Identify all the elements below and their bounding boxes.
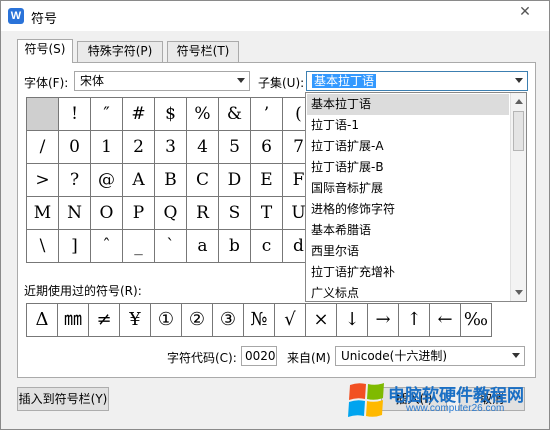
- recent-symbol-cell[interactable]: ↑: [399, 304, 430, 337]
- symbol-cell[interactable]: T: [251, 197, 283, 230]
- symbol-cell[interactable]: D: [219, 164, 251, 197]
- encoding-select[interactable]: Unicode(十六进制): [335, 346, 525, 366]
- recent-symbol-cell[interactable]: ←: [430, 304, 461, 337]
- tab-symbol-bar[interactable]: 符号栏(T): [167, 41, 239, 62]
- symbol-cell[interactable]: c: [251, 230, 283, 263]
- chevron-down-icon: [512, 353, 520, 358]
- symbol-cell[interactable]: a: [187, 230, 219, 263]
- symbol-cell[interactable]: /: [27, 131, 59, 164]
- symbol-cell[interactable]: ˆ: [91, 230, 123, 263]
- symbol-dialog: W 符号 ✕ 符号(S) 特殊字符(P) 符号栏(T) 字体(F): 宋体 子集…: [0, 0, 550, 430]
- recent-symbol-cell[interactable]: ×: [306, 304, 337, 337]
- symbol-cell[interactable]: %: [187, 98, 219, 131]
- recent-symbol-cell[interactable]: Δ: [27, 304, 58, 337]
- recent-symbol-cell[interactable]: №: [244, 304, 275, 337]
- char-code-input[interactable]: 0020: [241, 346, 277, 366]
- char-code-label: 字符代码(C):: [167, 351, 237, 365]
- recent-symbol-cell[interactable]: ¥: [120, 304, 151, 337]
- symbol-grid: ! ″ # $% &’(/0 1 2 3 4 5 6 7 >? @ A B C D E F M N O P Q R S T U \] ˆ _ ˋ…: [26, 97, 315, 263]
- subset-label: 子集(U):: [258, 76, 305, 90]
- symbol-cell[interactable]: 1: [91, 131, 123, 164]
- scroll-up-icon[interactable]: [515, 99, 523, 104]
- symbol-cell[interactable]: ’: [251, 98, 283, 131]
- symbol-cell[interactable]: Q: [155, 197, 187, 230]
- symbol-cell[interactable]: $: [155, 98, 187, 131]
- symbol-cell[interactable]: _: [123, 230, 155, 263]
- symbol-cell[interactable]: &: [219, 98, 251, 131]
- subset-option[interactable]: 西里尔语: [307, 241, 509, 262]
- scroll-thumb[interactable]: [513, 111, 524, 151]
- close-button[interactable]: ✕: [505, 1, 545, 23]
- symbol-cell[interactable]: M: [27, 197, 59, 230]
- tab-special-chars[interactable]: 特殊字符(P): [77, 41, 163, 62]
- recent-symbol-cell[interactable]: ②: [182, 304, 213, 337]
- symbol-cell[interactable]: S: [219, 197, 251, 230]
- symbol-cell[interactable]: R: [187, 197, 219, 230]
- symbol-cell[interactable]: 0: [59, 131, 91, 164]
- symbol-cell[interactable]: 4: [187, 131, 219, 164]
- font-value: 宋体: [80, 74, 105, 88]
- watermark-logo: 电脑软硬件教程网 www.computer26.com: [346, 377, 546, 427]
- symbol-cell[interactable]: ″: [91, 98, 123, 131]
- recent-symbol-cell[interactable]: ↓: [337, 304, 368, 337]
- subset-dropdown-list: 基本拉丁语 拉丁语-1 拉丁语扩展-A 拉丁语扩展-B 国际音标扩展 进格的修饰字符 基本希…: [305, 92, 527, 302]
- chevron-down-icon: [237, 78, 245, 83]
- recent-symbols: Δ ㎜ ≠ ¥ ① ② ③ № √ × ↓ → ↑ ← ‰: [26, 303, 492, 337]
- subset-option[interactable]: 基本希腊语: [307, 220, 509, 241]
- symbol-cell[interactable]: A: [123, 164, 155, 197]
- font-label: 字体(F):: [24, 76, 69, 90]
- dialog-title: 符号: [31, 12, 58, 27]
- tab-symbols[interactable]: 符号(S): [17, 39, 73, 63]
- subset-option[interactable]: 广义标点: [307, 283, 509, 304]
- subset-value: 基本拉丁语: [312, 74, 377, 88]
- symbol-cell[interactable]: 2: [123, 131, 155, 164]
- subset-option[interactable]: 进格的修饰字符: [307, 199, 509, 220]
- subset-option[interactable]: 国际音标扩展: [307, 178, 509, 199]
- symbol-cell[interactable]: ?: [59, 164, 91, 197]
- font-select[interactable]: 宋体: [74, 71, 250, 91]
- insert-to-bar-button[interactable]: 插入到符号栏(Y): [17, 387, 109, 411]
- title-bar: W 符号 ✕: [1, 1, 549, 31]
- symbol-cell[interactable]: E: [251, 164, 283, 197]
- subset-select[interactable]: 基本拉丁语: [306, 71, 528, 91]
- symbol-cell[interactable]: 6: [251, 131, 283, 164]
- wps-app-icon: W: [8, 8, 24, 24]
- symbol-cell[interactable]: 5: [219, 131, 251, 164]
- recent-symbol-cell[interactable]: ‰: [461, 304, 492, 337]
- symbol-cell[interactable]: 3: [155, 131, 187, 164]
- recent-symbol-cell[interactable]: ①: [151, 304, 182, 337]
- subset-option[interactable]: 拉丁语-1: [307, 115, 509, 136]
- recent-label: 近期使用过的符号(R):: [24, 284, 142, 298]
- symbol-cell[interactable]: !: [59, 98, 91, 131]
- recent-symbol-cell[interactable]: →: [368, 304, 399, 337]
- subset-option[interactable]: 拉丁语扩展-A: [307, 136, 509, 157]
- recent-symbol-cell[interactable]: ≠: [89, 304, 120, 337]
- recent-symbol-cell[interactable]: √: [275, 304, 306, 337]
- symbol-cell[interactable]: O: [91, 197, 123, 230]
- symbol-cell[interactable]: >: [27, 164, 59, 197]
- subset-option[interactable]: 拉丁语扩充增补: [307, 262, 509, 283]
- encoding-value: Unicode(十六进制): [341, 349, 448, 363]
- symbol-cell[interactable]: \: [27, 230, 59, 263]
- subset-option[interactable]: 拉丁语扩展-B: [307, 157, 509, 178]
- symbol-cell[interactable]: #: [123, 98, 155, 131]
- recent-symbol-cell[interactable]: ③: [213, 304, 244, 337]
- dropdown-scrollbar[interactable]: [510, 93, 526, 301]
- from-label: 来自(M): [287, 351, 331, 365]
- subset-option[interactable]: 基本拉丁语: [307, 94, 509, 115]
- symbol-cell[interactable]: P: [123, 197, 155, 230]
- symbol-cell[interactable]: ]: [59, 230, 91, 263]
- symbol-cell[interactable]: B: [155, 164, 187, 197]
- symbol-cell[interactable]: b: [219, 230, 251, 263]
- watermark-url: www.computer26.com: [406, 403, 505, 414]
- symbol-cell[interactable]: ˋ: [155, 230, 187, 263]
- symbol-cell[interactable]: N: [59, 197, 91, 230]
- symbol-cell[interactable]: @: [91, 164, 123, 197]
- symbol-cell[interactable]: [27, 98, 59, 131]
- scroll-down-icon[interactable]: [515, 290, 523, 295]
- recent-symbol-cell[interactable]: ㎜: [58, 304, 89, 337]
- chevron-down-icon: [515, 78, 523, 83]
- symbol-cell[interactable]: C: [187, 164, 219, 197]
